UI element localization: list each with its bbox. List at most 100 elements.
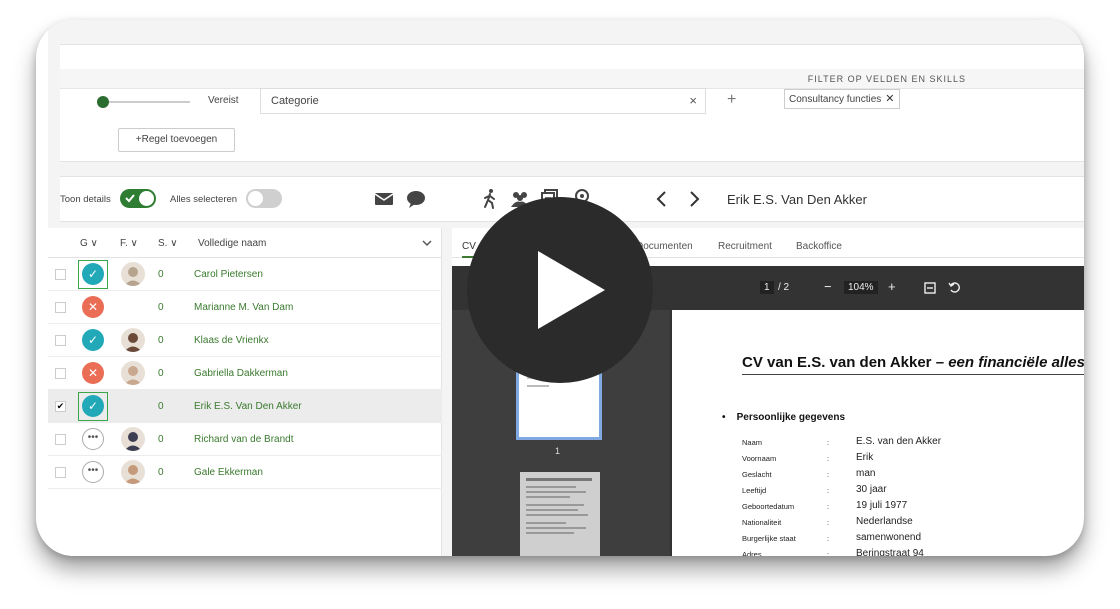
requirement-slider[interactable] [97,96,190,108]
add-rule-button[interactable]: +Regel toevoegen [118,128,235,152]
list-row[interactable]: ✔ ✓ 0 Erik E.S. Van Den Akker [48,390,442,423]
filter-panel: FILTER OP VELDEN EN SKILLS Vereist Categ… [60,44,1084,162]
thumbnail-page-label: 1 [555,446,561,456]
skill-chip-label: Consultancy functies [789,94,882,105]
chevron-left-icon[interactable] [650,187,674,211]
tab-recruitment[interactable]: Recruitment [718,241,772,252]
toggle-knob [139,191,154,206]
cv-field-label: Voornaam [742,454,777,463]
row-name-link[interactable]: Gabriella Dakkerman [194,368,288,379]
status-pending-icon[interactable]: ••• [82,461,104,483]
mail-icon[interactable] [372,187,396,211]
category-field[interactable]: Categorie × [260,88,706,114]
cv-field-value: man [856,468,876,479]
chevron-down-icon[interactable] [422,239,432,247]
requirement-label: Vereist [208,95,239,106]
cv-field-value: 30 jaar [856,484,887,495]
row-checkbox[interactable] [55,335,66,346]
fit-page-icon[interactable] [924,282,936,294]
row-checkbox[interactable] [55,269,66,280]
row-name-link[interactable]: Marianne M. Van Dam [194,302,293,313]
row-score: 0 [158,368,164,379]
row-name-link[interactable]: Richard van de Brandt [194,434,294,445]
list-row[interactable]: ••• 0 Gale Ekkerman [48,456,442,489]
rotate-icon[interactable] [948,281,961,294]
column-full-name[interactable]: Volledige naam [198,238,266,249]
page-thumbnail-2[interactable] [520,472,600,556]
chat-icon[interactable] [404,187,428,211]
cv-field-label: Geboortedatum [742,502,795,511]
current-person-name: Erik E.S. Van Den Akker [727,192,867,207]
row-name-link[interactable]: Carol Pietersen [194,269,263,280]
list-row[interactable]: ✓ 0 Klaas de Vrienkx [48,324,442,357]
cv-field-value: Beringstraat 94 [856,548,924,556]
slider-knob[interactable] [97,96,109,108]
chevron-right-icon[interactable] [682,187,706,211]
add-filter-button[interactable]: + [727,91,736,109]
cv-field-colon: : [827,518,830,527]
clear-icon[interactable]: × [689,93,697,108]
row-name-link[interactable]: Erik E.S. Van Den Akker [194,401,302,412]
status-ok-icon[interactable]: ✓ [82,329,104,351]
select-all-toggle[interactable] [246,189,282,208]
row-name-link[interactable]: Gale Ekkerman [194,467,263,478]
page-total: / 2 [778,282,790,293]
page-number-input[interactable]: 1 [760,281,774,294]
avatar [121,328,145,352]
row-score: 0 [158,401,164,412]
status-ok-icon[interactable]: ✓ [82,263,104,285]
avatar [121,361,145,385]
cv-field-colon: : [827,550,830,556]
column-g[interactable]: G ∨ [80,238,98,249]
list-row[interactable]: ✕ 0 Gabriella Dakkerman [48,357,442,390]
list-row[interactable]: ✓ 0 Carol Pietersen [48,258,442,291]
cv-field-colon: : [827,438,830,447]
cv-field-label: Nationaliteit [742,518,782,527]
play-button[interactable] [467,197,653,383]
cv-field-value: Nederlandse [856,516,913,527]
row-checkbox[interactable]: ✔ [55,401,66,412]
list-row[interactable]: ✕ 0 Marianne M. Van Dam [48,291,442,324]
row-score: 0 [158,467,164,478]
row-name-link[interactable]: Klaas de Vrienkx [194,335,269,346]
tab-backoffice[interactable]: Backoffice [796,241,842,252]
cv-title: CV van E.S. van den Akker – een financië… [742,354,1084,371]
filter-heading: FILTER OP VELDEN EN SKILLS [60,69,1084,89]
show-details-toggle[interactable] [120,189,156,208]
status-pending-icon[interactable]: ••• [82,428,104,450]
thumbnail-content [526,478,592,534]
cv-field-colon: : [827,486,830,495]
avatar [121,427,145,451]
play-icon [538,251,605,329]
column-s[interactable]: S. ∨ [158,238,178,249]
cv-field-label: Naam [742,438,763,447]
cv-field-value: E.S. van den Akker [856,436,942,447]
status-no-icon[interactable]: ✕ [82,362,104,384]
status-no-icon[interactable]: ✕ [82,296,104,318]
row-score: 0 [158,335,164,346]
row-checkbox[interactable] [55,368,66,379]
column-f[interactable]: F. ∨ [120,238,138,249]
cv-field-label: Geslacht [742,470,772,479]
skill-chip: Consultancy functies ✕ [784,89,900,109]
row-checkbox[interactable] [55,434,66,445]
show-details-label: Toon details [60,194,111,205]
row-checkbox[interactable] [55,467,66,478]
check-icon [125,194,135,203]
status-ok-icon[interactable]: ✓ [82,395,104,417]
cv-section-heading: • Persoonlijke gegevens [722,412,846,423]
list-row[interactable]: ••• 0 Richard van de Brandt [48,423,442,456]
zoom-in-button[interactable]: + [888,279,896,294]
walking-person-icon[interactable] [478,187,502,211]
row-checkbox[interactable] [55,302,66,313]
cv-field-colon: : [827,454,830,463]
remove-chip-icon[interactable]: ✕ [885,93,894,105]
candidate-list: G ∨ F. ∨ S. ∨ Volledige naam ✓ 0 Carol Pie… [48,228,442,556]
zoom-level[interactable]: 104% [844,281,878,294]
title-rule [742,374,1084,375]
pdf-page: CV van E.S. van den Akker – een financië… [670,310,1084,556]
cv-field-value: 19 juli 1977 [856,500,908,511]
avatar [121,460,145,484]
select-all-label: Alles selecteren [170,194,238,205]
zoom-out-button[interactable]: − [824,279,832,294]
